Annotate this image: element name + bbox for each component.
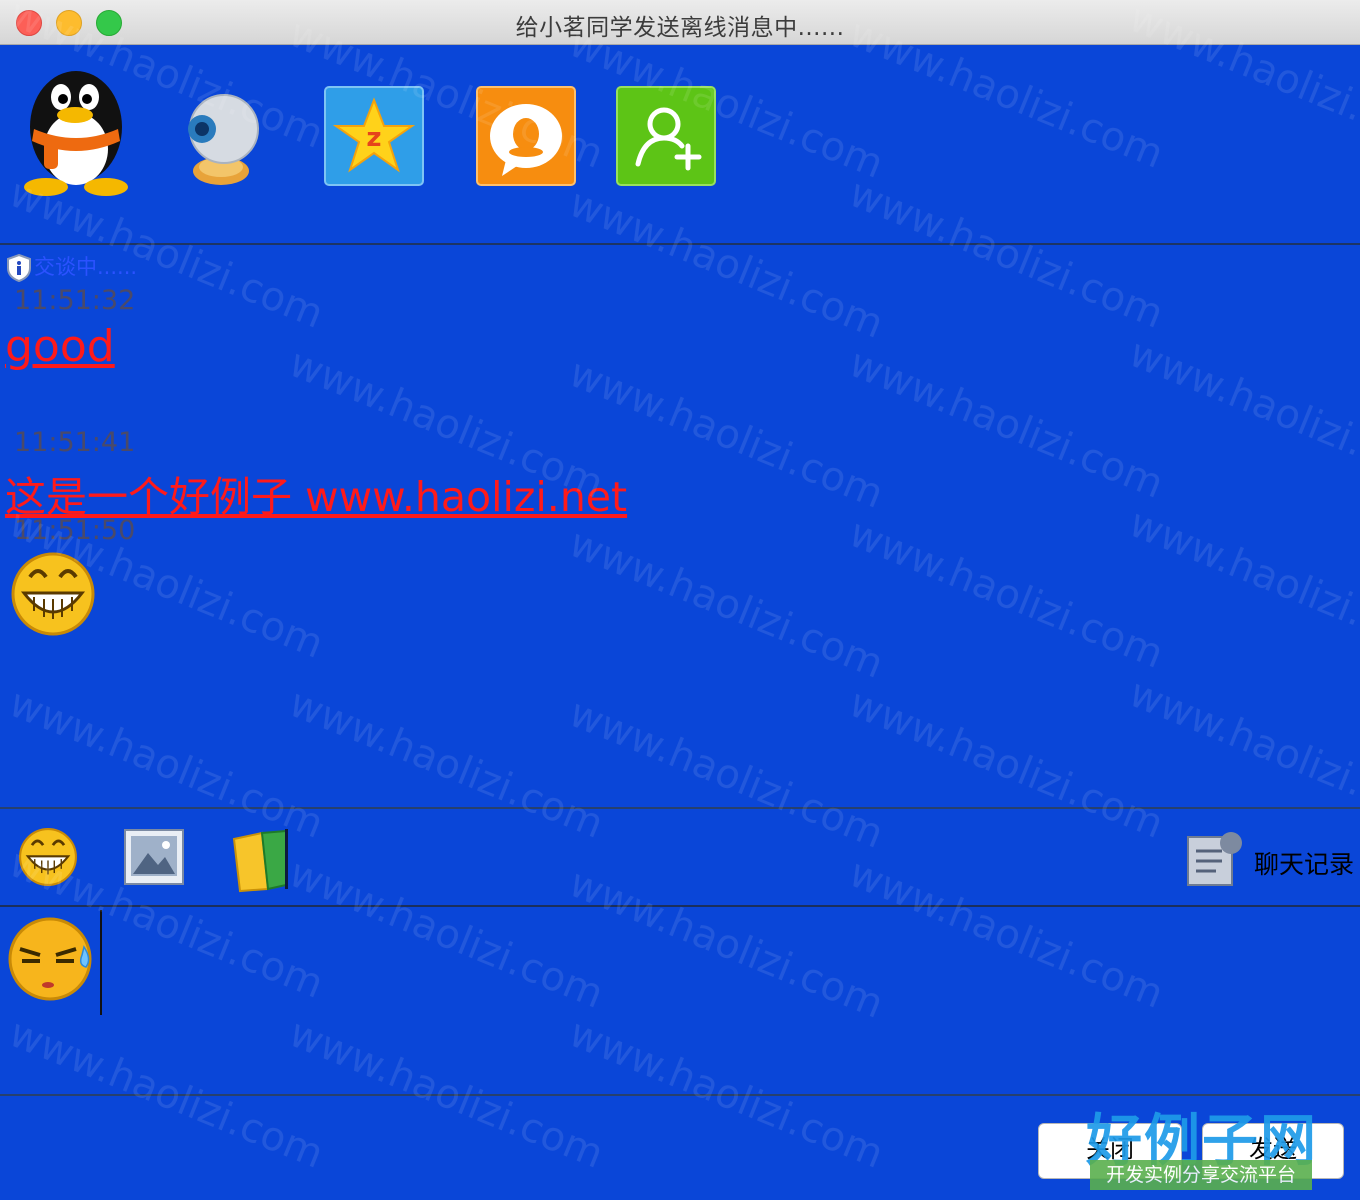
grin-emoji-icon — [11, 552, 95, 636]
webcam-icon[interactable] — [178, 89, 264, 189]
compose-toolbar: 聊天记录 — [0, 809, 1360, 907]
emoji-picker-icon[interactable] — [18, 827, 78, 887]
svg-text:z: z — [366, 123, 381, 153]
window-title: 给小茗同学发送离线消息中...... — [515, 15, 845, 41]
header-toolbar: z — [0, 45, 1360, 245]
qzone-star-icon[interactable]: z — [324, 86, 424, 186]
chat-history-label[interactable]: 聊天记录 — [1254, 845, 1354, 881]
watermark-slogan: 开发实例分享交流平台 — [1090, 1160, 1312, 1190]
qq-penguin-avatar-icon[interactable] — [16, 67, 136, 197]
chat-status-text: 交谈中...... — [34, 255, 138, 279]
qq-chat-bubble-icon[interactable] — [476, 86, 576, 186]
title-bar: 给小茗同学发送离线消息中...... — [0, 0, 1360, 45]
file-transfer-icon[interactable] — [232, 829, 288, 893]
text-caret — [100, 910, 102, 1015]
chat-history-panel[interactable]: 交谈中...... 11:51:32 good 11:51:41 这是一个好例子… — [0, 245, 1360, 809]
chat-history-icon[interactable] — [1186, 831, 1244, 887]
sweat-emoji-icon — [8, 917, 92, 1001]
message-text: good — [5, 321, 115, 372]
info-shield-icon — [7, 254, 31, 282]
message-timestamp: 11:51:32 — [14, 285, 136, 316]
chat-status: 交谈中...... — [6, 251, 137, 282]
message-input[interactable] — [0, 907, 1360, 1096]
message-timestamp: 11:51:50 — [14, 515, 136, 546]
add-friend-icon[interactable] — [616, 86, 716, 186]
message-timestamp: 11:51:41 — [14, 427, 136, 458]
image-picker-icon[interactable] — [124, 829, 184, 885]
message-text: 这是一个好例子 www.haolizi.net — [5, 473, 628, 521]
